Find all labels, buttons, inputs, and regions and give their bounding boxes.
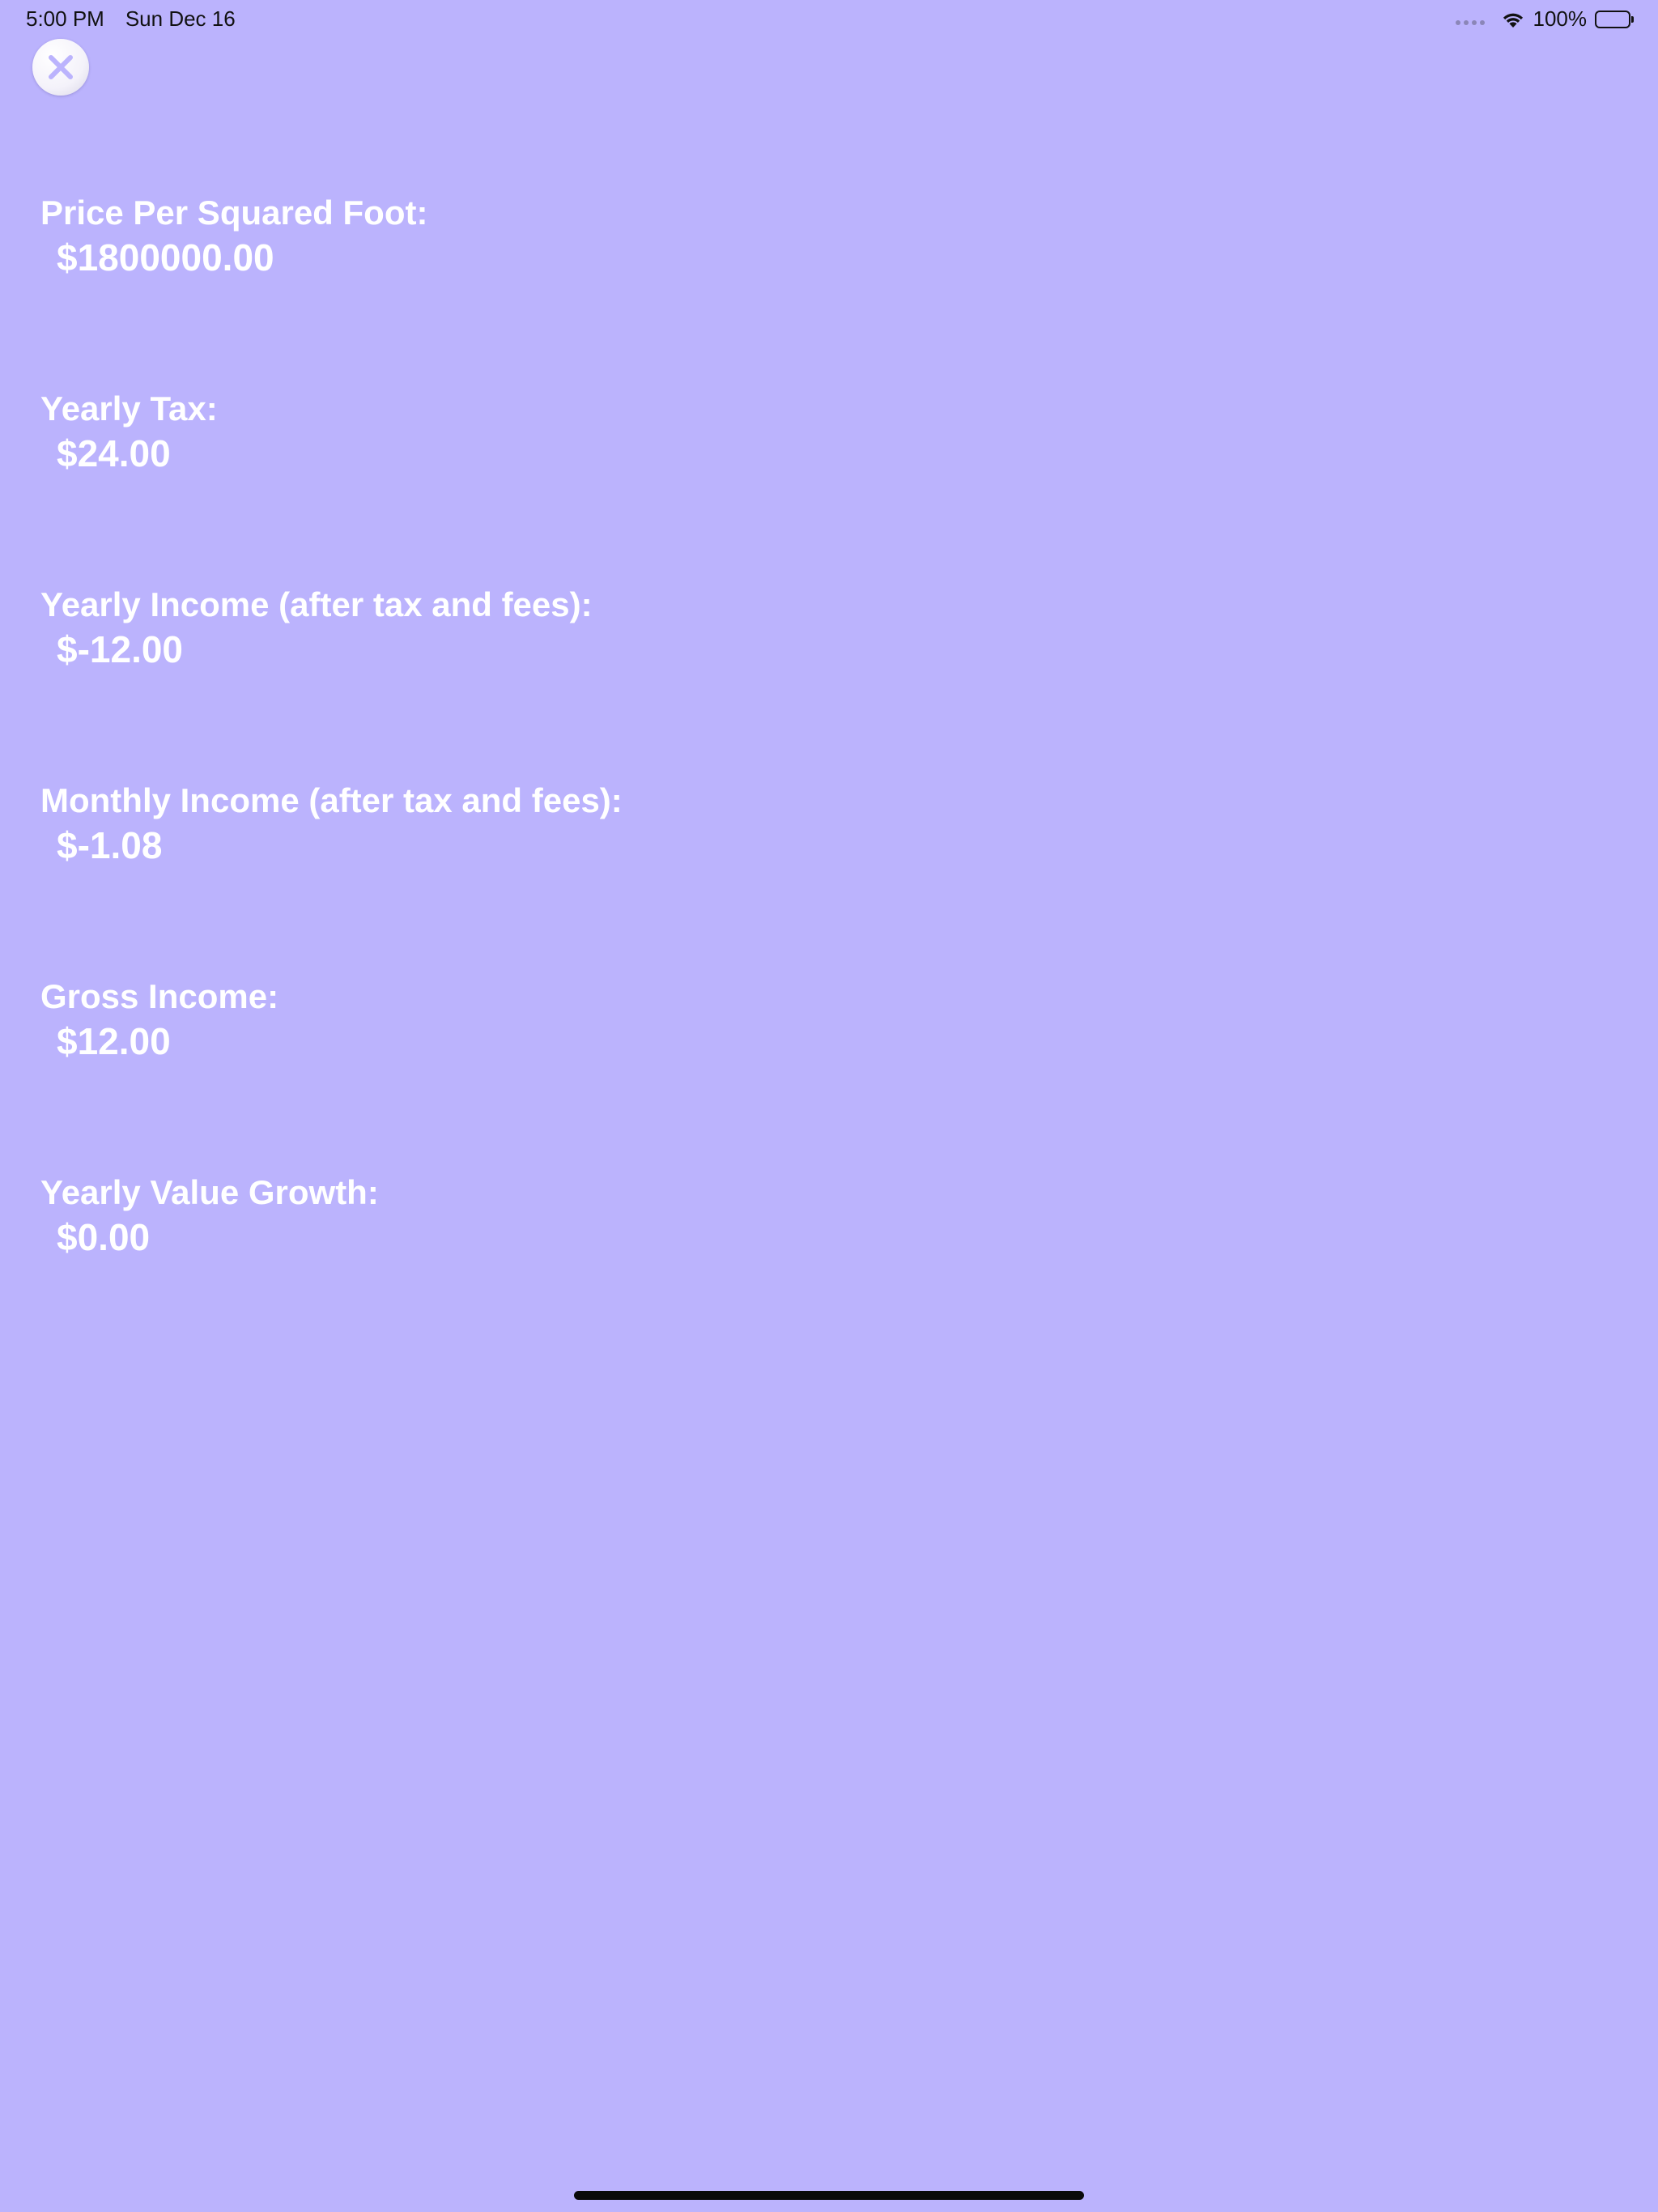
status-time: 5:00 PM bbox=[26, 6, 104, 31]
result-label: Yearly Income (after tax and fees): bbox=[40, 585, 593, 623]
battery-icon bbox=[1595, 10, 1634, 28]
status-left: 5:00 PM Sun Dec 16 bbox=[26, 6, 236, 32]
close-button[interactable] bbox=[32, 39, 89, 96]
result-value: $12.00 bbox=[57, 1020, 171, 1062]
result-yearly-tax: Yearly Tax: $24.00 bbox=[40, 387, 1012, 583]
result-label: Price Per Squared Foot: bbox=[40, 194, 428, 232]
result-yearly-income: Yearly Income (after tax and fees): $-12… bbox=[40, 583, 1012, 779]
result-price-per-sqft: Price Per Squared Foot: $1800000.00 bbox=[40, 191, 1012, 387]
status-date: Sun Dec 16 bbox=[125, 6, 236, 31]
results-list: Price Per Squared Foot: $1800000.00 Year… bbox=[40, 191, 1012, 1367]
result-value: $1800000.00 bbox=[57, 236, 274, 279]
result-yearly-value-growth: Yearly Value Growth: $0.00 bbox=[40, 1171, 1012, 1367]
result-label: Gross Income: bbox=[40, 977, 279, 1015]
result-value: $0.00 bbox=[57, 1216, 151, 1258]
signal-dots-icon bbox=[1455, 19, 1485, 25]
close-icon bbox=[49, 55, 73, 79]
battery-percent: 100% bbox=[1533, 6, 1588, 31]
home-indicator[interactable] bbox=[574, 2191, 1084, 2200]
status-right: 100% bbox=[1455, 6, 1634, 32]
result-value: $-12.00 bbox=[57, 628, 184, 670]
result-label: Yearly Value Growth: bbox=[40, 1173, 379, 1211]
wifi-icon bbox=[1501, 11, 1525, 28]
status-bar: 5:00 PM Sun Dec 16 100% bbox=[0, 0, 1658, 37]
result-value: $24.00 bbox=[57, 432, 171, 474]
result-monthly-income: Monthly Income (after tax and fees): $-1… bbox=[40, 779, 1012, 975]
result-gross-income: Gross Income: $12.00 bbox=[40, 975, 1012, 1171]
result-label: Monthly Income (after tax and fees): bbox=[40, 781, 623, 819]
result-value: $-1.08 bbox=[57, 824, 163, 866]
result-label: Yearly Tax: bbox=[40, 389, 218, 428]
